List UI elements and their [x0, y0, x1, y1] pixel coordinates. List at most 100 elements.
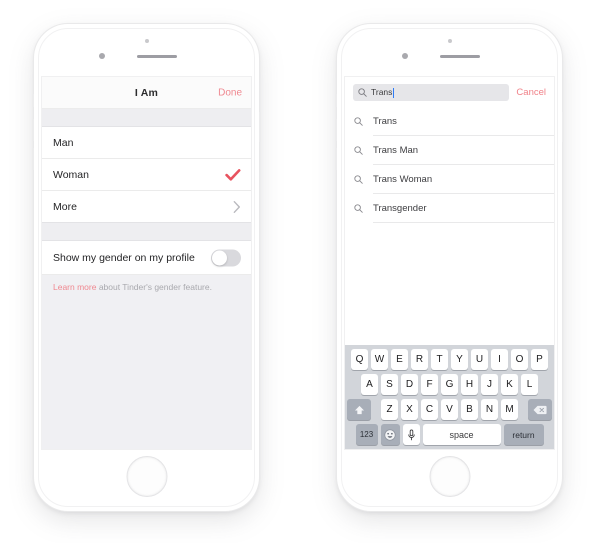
- list-item-label: Woman: [53, 168, 89, 181]
- earpiece-speaker: [439, 55, 480, 58]
- key-p[interactable]: P: [531, 349, 548, 370]
- section-gap-top: [42, 109, 251, 127]
- chevron-right-icon: [233, 200, 241, 213]
- keyboard-spacer: [521, 399, 525, 420]
- key-t[interactable]: T: [431, 349, 448, 370]
- show-gender-label: Show my gender on my profile: [53, 251, 195, 264]
- proximity-sensor-icon: [99, 53, 105, 59]
- list-item-man[interactable]: Man: [42, 127, 251, 159]
- volume-down-button[interactable]: [335, 148, 337, 170]
- key-k[interactable]: K: [501, 374, 518, 395]
- key-i[interactable]: I: [491, 349, 508, 370]
- keyboard-spacer: [374, 399, 378, 420]
- left-phone-device: I Am Done Man Woman More Show my gender …: [32, 24, 261, 511]
- shift-arrow-icon[interactable]: [347, 399, 371, 420]
- key-f[interactable]: F: [421, 374, 438, 395]
- search-result-label: Trans Woman: [373, 174, 433, 185]
- keyboard-row-3: Z X C V B N M: [347, 399, 552, 420]
- keyboard-row-4: 123 space return: [347, 424, 552, 445]
- search-empty-area: [345, 223, 554, 345]
- keyboard-row-1: Q W E R T Y U I O P: [347, 349, 552, 370]
- search-icon: [354, 113, 363, 131]
- key-o[interactable]: O: [511, 349, 528, 370]
- space-key[interactable]: space: [422, 424, 501, 445]
- search-result-transgender[interactable]: Transgender: [345, 194, 554, 223]
- toggle-track: [211, 249, 241, 266]
- silent-switch[interactable]: [32, 94, 34, 107]
- backspace-icon[interactable]: [528, 399, 552, 420]
- power-button[interactable]: [259, 112, 261, 142]
- search-result-trans[interactable]: Trans: [345, 107, 554, 136]
- search-icon: [354, 142, 363, 160]
- numbers-key[interactable]: 123: [355, 424, 378, 445]
- keyboard-row-2: A S D F G H J K L: [347, 374, 552, 395]
- search-input-value: Trans: [371, 87, 393, 98]
- page-title: I Am: [134, 86, 159, 99]
- screen-empty-area: [42, 293, 251, 449]
- search-input[interactable]: Trans: [353, 84, 510, 102]
- home-button[interactable]: [126, 456, 167, 497]
- key-d[interactable]: D: [401, 374, 418, 395]
- volume-up-button[interactable]: [335, 119, 337, 141]
- key-w[interactable]: W: [371, 349, 388, 370]
- left-phone-screen: I Am Done Man Woman More Show my gender …: [42, 77, 251, 449]
- key-j[interactable]: J: [481, 374, 498, 395]
- search-result-trans-woman[interactable]: Trans Woman: [345, 165, 554, 194]
- key-e[interactable]: E: [391, 349, 408, 370]
- key-h[interactable]: H: [461, 374, 478, 395]
- volume-down-button[interactable]: [32, 148, 34, 170]
- power-button[interactable]: [562, 112, 564, 142]
- proximity-sensor-icon: [402, 53, 408, 59]
- front-camera-icon: [447, 39, 452, 43]
- key-y[interactable]: Y: [451, 349, 468, 370]
- done-button[interactable]: Done: [218, 87, 242, 98]
- key-r[interactable]: R: [411, 349, 428, 370]
- search-results-list: Trans Trans Man Trans Woman Transgender: [345, 107, 554, 223]
- search-icon: [354, 200, 363, 218]
- key-s[interactable]: S: [381, 374, 398, 395]
- volume-up-button[interactable]: [32, 119, 34, 141]
- right-phone-screen: Trans Cancel Trans Trans Man Trans Woman…: [345, 77, 554, 449]
- list-item-label: Man: [53, 136, 74, 149]
- front-camera-icon: [144, 39, 149, 43]
- key-b[interactable]: B: [461, 399, 478, 420]
- key-c[interactable]: C: [421, 399, 438, 420]
- silent-switch[interactable]: [335, 94, 337, 107]
- search-result-trans-man[interactable]: Trans Man: [345, 136, 554, 165]
- search-result-label: Trans: [373, 116, 397, 127]
- key-q[interactable]: Q: [351, 349, 368, 370]
- key-m[interactable]: M: [501, 399, 518, 420]
- home-button[interactable]: [429, 456, 470, 497]
- right-phone-device: Trans Cancel Trans Trans Man Trans Woman…: [335, 24, 564, 511]
- text-cursor: [393, 87, 395, 98]
- search-icon: [354, 171, 363, 189]
- search-icon: [358, 84, 367, 102]
- search-result-label: Trans Man: [373, 145, 419, 156]
- key-u[interactable]: U: [471, 349, 488, 370]
- key-l[interactable]: L: [521, 374, 538, 395]
- cancel-button[interactable]: Cancel: [516, 87, 546, 98]
- search-result-label: Transgender: [373, 203, 427, 214]
- search-bar: Trans Cancel: [345, 77, 554, 107]
- list-item-more[interactable]: More: [42, 191, 251, 223]
- list-item-woman[interactable]: Woman: [42, 159, 251, 191]
- navigation-bar: I Am Done: [42, 77, 251, 109]
- key-x[interactable]: X: [401, 399, 418, 420]
- selected-checkmark-icon: [225, 168, 241, 181]
- show-gender-toggle-row[interactable]: Show my gender on my profile: [42, 241, 251, 275]
- footer-note-text: about Tinder's gender feature.: [96, 282, 212, 292]
- learn-more-link[interactable]: Learn more: [53, 282, 96, 292]
- emoji-smiley-icon[interactable]: [380, 424, 400, 445]
- key-z[interactable]: Z: [381, 399, 398, 420]
- key-v[interactable]: V: [441, 399, 458, 420]
- return-key[interactable]: return: [503, 424, 544, 445]
- gender-options-list: Man Woman More: [42, 127, 251, 223]
- earpiece-speaker: [136, 55, 177, 58]
- key-a[interactable]: A: [361, 374, 378, 395]
- show-gender-switch[interactable]: [211, 249, 241, 266]
- microphone-icon[interactable]: [402, 424, 420, 445]
- key-g[interactable]: G: [441, 374, 458, 395]
- footer-note: Learn more about Tinder's gender feature…: [42, 275, 251, 294]
- toggle-knob: [212, 250, 227, 265]
- key-n[interactable]: N: [481, 399, 498, 420]
